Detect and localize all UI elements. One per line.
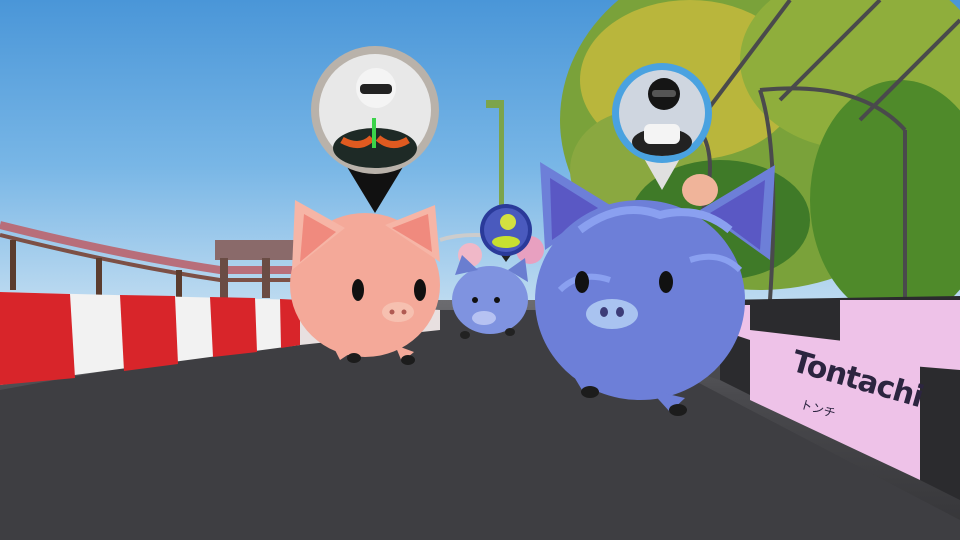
small-racer-marker[interactable] — [480, 204, 532, 262]
race-scene: Tontachi トンチ — [0, 0, 960, 540]
blue-racer-marker[interactable] — [612, 63, 712, 190]
pink-racer-marker[interactable] — [311, 46, 439, 213]
player-markers — [311, 46, 712, 262]
